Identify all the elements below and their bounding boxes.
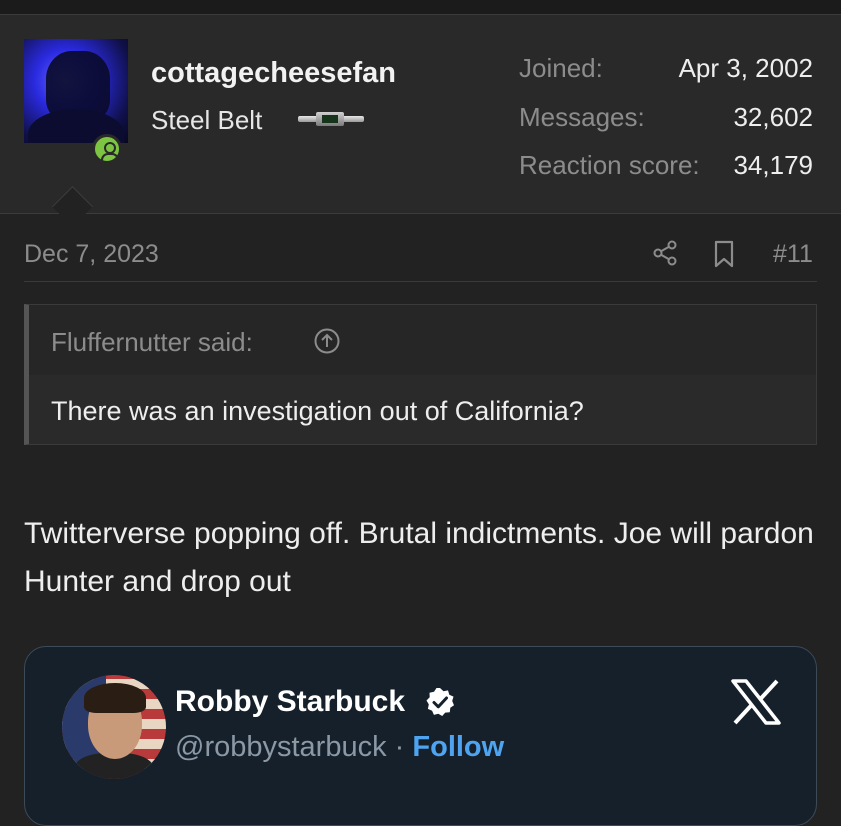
verified-badge-icon <box>426 688 454 716</box>
reaction-score-label: Reaction score: <box>519 150 700 180</box>
username-link[interactable]: cottagecheesefan <box>151 57 396 90</box>
user-title: Steel Belt <box>151 105 263 135</box>
divider <box>24 281 817 282</box>
reaction-score-value: 34,179 <box>733 150 813 180</box>
tweet-author-handle[interactable]: @robbystarbuck <box>175 731 387 763</box>
share-icon[interactable] <box>652 240 678 266</box>
tweet-author-name[interactable]: Robby Starbuck <box>175 685 405 719</box>
quote-text: There was an investigation out of Califo… <box>51 396 584 426</box>
messages-value: 32,602 <box>733 102 813 132</box>
post-number-link[interactable]: #11 <box>773 240 813 269</box>
quote-block: Fluffernutter said: There was an investi… <box>24 304 817 445</box>
post-date-link[interactable]: Dec 7, 2023 <box>24 240 159 269</box>
top-bar <box>0 0 841 15</box>
user-info-panel: cottagecheesefan Steel Belt Joined: Apr … <box>0 15 841 214</box>
tweet-author-avatar[interactable] <box>62 675 166 779</box>
belt-rank-icon <box>298 112 364 126</box>
follow-button[interactable]: Follow <box>412 731 504 763</box>
quote-author[interactable]: Fluffernutter said: <box>51 327 253 358</box>
separator-dot: · <box>394 731 405 763</box>
tweet-embed[interactable]: Robby Starbuck @robbystarbuck · Follow <box>24 646 817 826</box>
online-status-icon <box>92 134 122 164</box>
user-avatar[interactable] <box>24 39 128 143</box>
joined-value: Apr 3, 2002 <box>678 53 813 83</box>
joined-label: Joined: <box>519 53 603 83</box>
bookmark-icon[interactable] <box>712 240 736 268</box>
x-logo-icon[interactable] <box>731 679 781 725</box>
arrow-up-circle-icon[interactable] <box>313 327 341 355</box>
tweet-handle-line: @robbystarbuck · Follow <box>175 731 504 764</box>
post-message: Twitterverse popping off. Brutal indictm… <box>24 517 814 598</box>
messages-label: Messages: <box>519 102 645 132</box>
